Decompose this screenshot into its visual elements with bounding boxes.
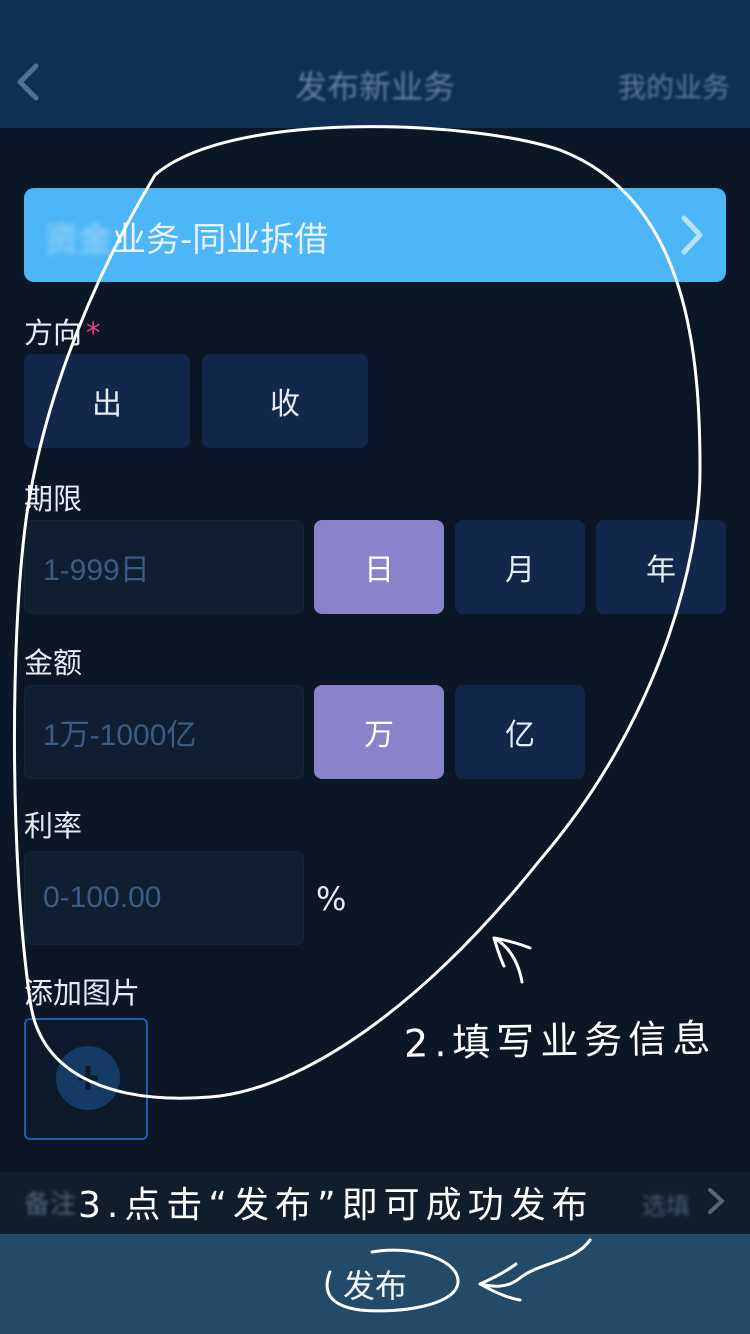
nav-header: 发布新业务 我的业务 [0,0,750,128]
remarks-label: 备注 [24,1190,77,1220]
add-image-label: 添加图片 [24,976,141,1010]
direction-label: 方向 * [24,310,101,352]
remarks-chevron-icon [708,1188,725,1214]
percent-unit: % [316,880,347,918]
term-input[interactable]: 1-999日 [24,520,304,614]
category-selector[interactable]: 资金业务-同业拆借 [24,188,726,282]
direction-out-button[interactable]: 出 [24,354,190,448]
chevron-right-icon [681,215,703,255]
category-name: 业务-同业拆借 [112,220,329,260]
rate-input[interactable]: 0-100.00 [24,851,304,945]
term-unit-day[interactable]: 日 [314,520,444,614]
term-unit-month[interactable]: 月 [455,520,585,614]
category-text: 资金业务-同业拆借 [44,212,328,261]
rate-label: 利率 [24,809,83,843]
term-label: 期限 [24,482,83,516]
amount-label: 金额 [24,646,83,680]
annotation-arrow-up [492,936,532,984]
direction-label-text: 方向 [24,316,83,350]
annotation-step3: 3.点击“发布”即可成功发布 [78,1185,594,1226]
publish-button[interactable]: 发布 [0,1234,750,1334]
remarks-hint: 选填 [642,1192,690,1220]
publish-label: 发布 [342,1267,407,1305]
term-unit-year[interactable]: 年 [596,520,726,614]
direction-in-button[interactable]: 收 [202,354,368,448]
amount-input[interactable]: 1万-1000亿 [24,685,304,779]
category-prefix: 资金 [44,220,112,260]
add-image-button[interactable] [24,1018,148,1140]
amount-unit-yi[interactable]: 亿 [455,685,585,779]
plus-icon [78,1066,98,1090]
required-mark: * [86,316,101,350]
amount-unit-wan[interactable]: 万 [314,685,444,779]
annotation-step2: 2.填写业务信息 [403,1016,717,1066]
my-business-link[interactable]: 我的业务 [618,66,730,106]
